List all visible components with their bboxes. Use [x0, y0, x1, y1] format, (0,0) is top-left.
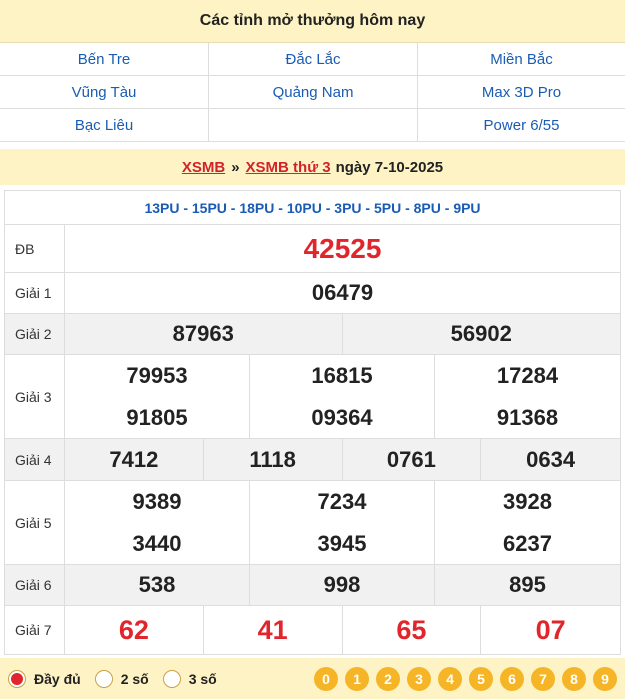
- province-link-mien-bac[interactable]: Miền Bắc: [418, 43, 625, 76]
- prize-number: 06479: [311, 280, 374, 305]
- province-grid: Bến Tre Đắc Lắc Miền Bắc Vũng Tàu Quảng …: [0, 43, 625, 142]
- prize-label: Giải 7: [5, 606, 65, 654]
- digit-filter-button[interactable]: 7: [531, 666, 555, 691]
- radio-empty-icon: [94, 669, 113, 688]
- breadcrumb-link-xsmb-thu-3[interactable]: XSMB thứ 3: [246, 159, 331, 176]
- prize-row-g2: Giải 2 87963 56902: [5, 314, 620, 355]
- prize-label: Giải 6: [5, 565, 65, 605]
- prize-label: Giải 4: [5, 439, 65, 480]
- prize-row-g5: Giải 5 9389 7234 3928 3440 3945 6237: [5, 481, 620, 565]
- province-link-dac-lac[interactable]: Đắc Lắc: [209, 43, 418, 76]
- province-empty-cell: [209, 109, 418, 142]
- prize-number: 0634: [526, 446, 576, 472]
- prize-number: 65: [343, 606, 482, 654]
- prize-label: Giải 5: [5, 481, 65, 564]
- digit-filter-button[interactable]: 3: [407, 666, 431, 691]
- digit-filter-button[interactable]: 2: [376, 666, 400, 691]
- prize-number: 3945: [250, 523, 435, 565]
- prize-number: 09364: [250, 397, 435, 439]
- prize-number: 7234: [250, 481, 435, 523]
- prize-number: 16815: [250, 355, 435, 397]
- province-link-vung-tau[interactable]: Vũng Tàu: [0, 76, 209, 109]
- province-link-ben-tre[interactable]: Bến Tre: [0, 43, 209, 76]
- prize-number: 17284: [496, 363, 559, 388]
- prize-number: 56902: [450, 321, 512, 346]
- draw-codes: 13PU - 15PU - 18PU - 10PU - 3PU - 5PU - …: [5, 191, 620, 225]
- result-breadcrumb: XSMB » XSMB thứ 3 ngày 7-10-2025: [0, 149, 625, 185]
- digit-filter-button[interactable]: 1: [345, 666, 369, 691]
- prize-number: 41: [204, 606, 343, 654]
- breadcrumb-link-xsmb[interactable]: XSMB: [182, 159, 225, 176]
- prize-number: 998: [250, 565, 435, 605]
- option-three-digits-radio[interactable]: 3 số: [162, 669, 217, 688]
- prize-number: 1118: [204, 439, 343, 480]
- prize-number: 42525: [303, 232, 382, 264]
- province-link-max-3d-pro[interactable]: Max 3D Pro: [418, 76, 625, 109]
- digit-filter-group: 0 1 2 3 4 5 6 7 8 9: [314, 666, 625, 691]
- prize-number: 91805: [65, 397, 250, 439]
- option-full-label: Đầy đủ: [34, 670, 81, 687]
- province-link-power-655[interactable]: Power 6/55: [418, 109, 625, 142]
- prize-number: 9389: [65, 481, 250, 523]
- result-table: 13PU - 15PU - 18PU - 10PU - 3PU - 5PU - …: [4, 190, 621, 655]
- prize-number: 62: [65, 606, 204, 654]
- prize-number: 07: [535, 614, 566, 645]
- province-link-bac-lieu[interactable]: Bạc Liêu: [0, 109, 209, 142]
- today-provinces-title: Các tỉnh mở thưởng hôm nay: [0, 0, 625, 43]
- prize-label: Giải 3: [5, 355, 65, 438]
- prize-number: 0761: [343, 439, 482, 480]
- radio-empty-icon: [162, 669, 181, 688]
- province-link-quang-nam[interactable]: Quảng Nam: [209, 76, 418, 109]
- digit-filter-button[interactable]: 6: [500, 666, 524, 691]
- digit-filter-button[interactable]: 4: [438, 666, 462, 691]
- display-options-bar: Đầy đủ 2 số 3 số 0 1 2 3 4 5 6 7 8 9: [0, 658, 625, 699]
- prize-label: Giải 1: [5, 273, 65, 313]
- digit-filter-button[interactable]: 9: [593, 666, 617, 691]
- option-two-digits-radio[interactable]: 2 số: [94, 669, 149, 688]
- prize-row-db: ĐB 42525: [5, 225, 620, 273]
- prize-number: 3440: [65, 523, 250, 565]
- digit-filter-button[interactable]: 5: [469, 666, 493, 691]
- prize-number: 87963: [65, 314, 343, 354]
- digit-filter-button[interactable]: 8: [562, 666, 586, 691]
- prize-label: ĐB: [5, 225, 65, 272]
- prize-row-g4: Giải 4 7412 1118 0761 0634: [5, 439, 620, 481]
- breadcrumb-separator: »: [231, 158, 240, 176]
- prize-number: 538: [65, 565, 250, 605]
- prize-number: 91368: [496, 405, 559, 430]
- prize-number: 895: [509, 572, 546, 597]
- prize-row-g1: Giải 1 06479: [5, 273, 620, 314]
- option-three-label: 3 số: [188, 670, 217, 687]
- prize-number: 6237: [502, 531, 552, 556]
- radio-selected-icon: [8, 669, 26, 688]
- prize-row-g3: Giải 3 79953 16815 17284 91805 09364 913…: [5, 355, 620, 439]
- prize-number: 79953: [65, 355, 250, 397]
- prize-label: Giải 2: [5, 314, 65, 354]
- prize-number: 3928: [502, 489, 552, 514]
- prize-number: 7412: [65, 439, 204, 480]
- option-two-label: 2 số: [120, 670, 149, 687]
- prize-row-g7: Giải 7 62 41 65 07: [5, 606, 620, 654]
- option-full-radio[interactable]: Đầy đủ: [8, 669, 81, 688]
- result-date: ngày 7-10-2025: [335, 158, 444, 176]
- prize-row-g6: Giải 6 538 998 895: [5, 565, 620, 606]
- digit-filter-button[interactable]: 0: [314, 666, 338, 691]
